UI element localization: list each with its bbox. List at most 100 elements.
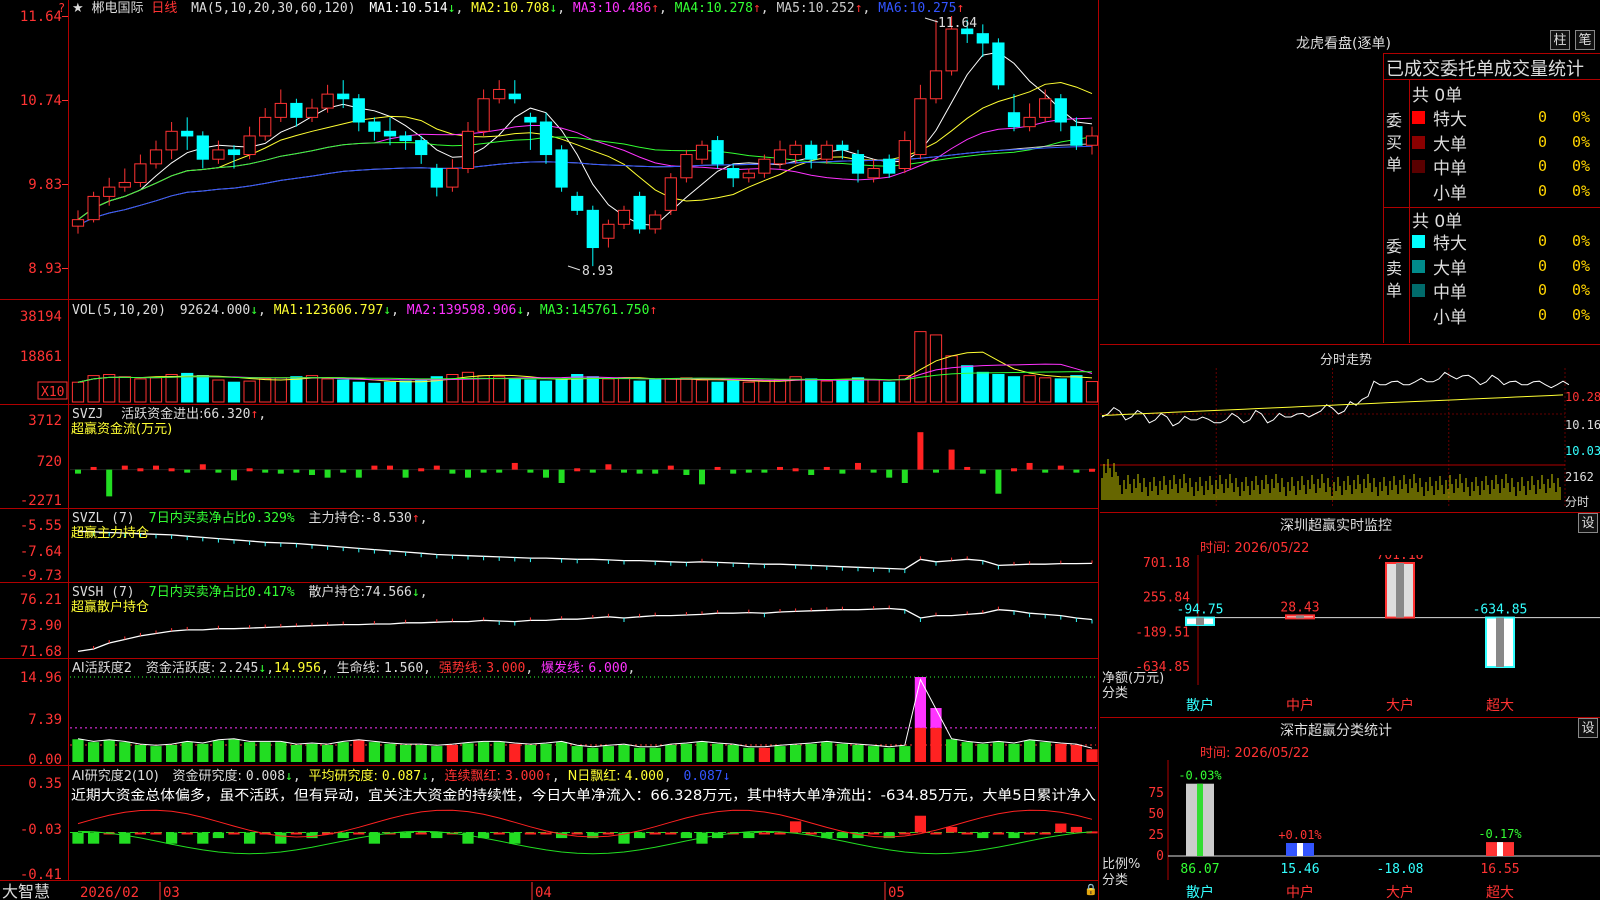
intraday-title: 分时走势	[1320, 353, 1373, 368]
ai-research-header: AI研究度2(10) 资金研究度: 0.008↓, 平均研究度: 0.087↓, 连…	[72, 768, 730, 784]
candle-body	[976, 33, 989, 44]
menu-question-icon[interactable]: ?	[58, 1, 65, 15]
activity-bar	[446, 744, 459, 762]
activity-bar	[883, 747, 895, 762]
sz-monitor-chart[interactable]: 701.18255.84-189.51-634.85-94.75散户28.43中…	[1100, 555, 1600, 715]
activity-bar	[633, 747, 646, 762]
volume-bar	[851, 377, 865, 403]
svsh-value: 74.566	[365, 585, 412, 600]
research-bar	[337, 832, 349, 839]
activity-bar	[275, 742, 287, 762]
capital-flow-bar	[324, 469, 331, 478]
favorite-star-icon: ★	[72, 1, 84, 16]
capital-flow-bar	[418, 468, 425, 472]
ai-research-comment: 近期大资金总体偏多，虽不活跃，但有异动，宜关注大资金的持续性，今日大单净流入：6…	[71, 787, 1096, 804]
sz-monitor-title: 深圳超赢实时监控	[1280, 518, 1392, 534]
ma3-value: 10.486	[604, 1, 651, 16]
class-bar-stripe	[1297, 843, 1303, 856]
candle-body	[1085, 135, 1099, 146]
capital-flow-bar	[527, 469, 534, 473]
volume-bar	[383, 381, 397, 403]
activity-bar	[992, 742, 1005, 762]
lock-icon[interactable]: 🔒	[1084, 883, 1098, 896]
capital-flow-bar	[355, 469, 362, 478]
low-price-note: 8.93	[582, 264, 613, 279]
capital-flow-bar	[184, 469, 191, 473]
activity-bar	[181, 742, 193, 762]
volume-bar	[617, 377, 631, 403]
candle-body	[867, 168, 880, 179]
class-value: -18.08	[1377, 862, 1424, 877]
order-pct: 0%	[1572, 281, 1591, 299]
candle-body	[555, 149, 568, 188]
ai-research-bars[interactable]	[70, 809, 1098, 855]
activity-bar	[290, 744, 303, 762]
monitor-tick: -189.51	[1135, 625, 1190, 640]
order-pct: 0%	[1572, 181, 1591, 200]
candle-body	[680, 154, 693, 179]
volume-bar	[134, 378, 147, 403]
date-axis: 2026/02 03 04 05	[80, 885, 905, 900]
volume-bar	[805, 378, 818, 403]
volume-bar	[212, 379, 225, 403]
capital-flow-bar	[402, 469, 409, 478]
main-chart-area[interactable]: 11.64 10.74 9.83 8.93 11.64 8.93 ★ 郴电国际 …	[0, 0, 1100, 900]
ai-research-axis: 0.35 -0.03 -0.41	[20, 776, 62, 883]
candle-body	[758, 158, 771, 174]
research-bar	[930, 832, 942, 835]
svg-text:76.21: 76.21	[20, 592, 62, 608]
main-force-holding-line[interactable]	[77, 530, 1093, 574]
capital-flow-bar	[137, 468, 144, 472]
candle-body	[727, 168, 740, 179]
sz-monitor-time: 时间: 2026/05/22	[1200, 541, 1310, 556]
volume-bar	[321, 378, 334, 403]
volume-bar	[415, 379, 428, 403]
class-tick: 75	[1148, 786, 1164, 801]
intraday-chart[interactable]: 10.28 10.16 10.03 2162 分时	[1100, 368, 1600, 518]
kline-header: ★ 郴电国际 日线 MA(5,10,20,30,60,120) MA1:10.5…	[72, 1, 964, 16]
activity-bar	[555, 742, 568, 762]
svg-text:3712: 3712	[28, 413, 62, 429]
capital-flow-bar	[480, 469, 487, 473]
candle-body	[539, 121, 553, 156]
capital-flow-bars[interactable]	[70, 432, 1096, 497]
monitor-value: 28.43	[1280, 600, 1319, 615]
candle-body	[602, 223, 615, 239]
order-count: 0	[1538, 181, 1548, 200]
volume-bar	[649, 379, 662, 403]
sz-class-settings-button[interactable]: 设	[1578, 718, 1598, 738]
research-bar	[633, 832, 646, 839]
ai-activity-bars[interactable]	[70, 676, 1098, 762]
sell-side-label: 委卖单	[1386, 237, 1403, 300]
candle-body	[1070, 126, 1083, 146]
vol-tick: 38194	[20, 309, 62, 325]
research-bar	[789, 821, 802, 833]
color-legend-icon	[1412, 259, 1425, 273]
candle-body	[71, 219, 85, 227]
vol-tick: 18861	[20, 349, 62, 365]
svg-text:-7.64: -7.64	[20, 544, 62, 560]
color-legend-icon	[1412, 160, 1425, 173]
tick-mode-button[interactable]: 笔	[1575, 30, 1595, 50]
sz-class-chart[interactable]: 75 50 25 0 -0.03% 86.07 散户 +0.01% 15.46 中户 -18.08 大…	[1100, 760, 1600, 900]
candle-body	[493, 88, 506, 100]
volume-bar	[945, 355, 958, 403]
retail-holding-line[interactable]	[77, 605, 1093, 653]
activity-bar	[165, 744, 178, 762]
capital-flow-bar	[683, 469, 690, 475]
capital-flow-bar	[761, 469, 768, 473]
volume-bars[interactable]	[71, 331, 1099, 403]
vol-unit: X10	[41, 385, 64, 400]
order-size-label: 小单	[1433, 307, 1467, 328]
candlesticks[interactable]	[71, 16, 1099, 267]
activity-bar	[1008, 743, 1020, 762]
capital-flow-bar	[1026, 462, 1033, 470]
date-axis-ticks	[159, 882, 886, 900]
date-tick: 05	[888, 885, 905, 900]
sz-monitor-settings-button[interactable]: 设	[1578, 513, 1598, 533]
bar-mode-button[interactable]: 柱	[1550, 30, 1570, 50]
svg-text:-0.03: -0.03	[20, 822, 62, 838]
activity-bar	[727, 744, 739, 762]
ma1-value: 10.514	[401, 1, 448, 16]
candle-body	[898, 140, 911, 170]
